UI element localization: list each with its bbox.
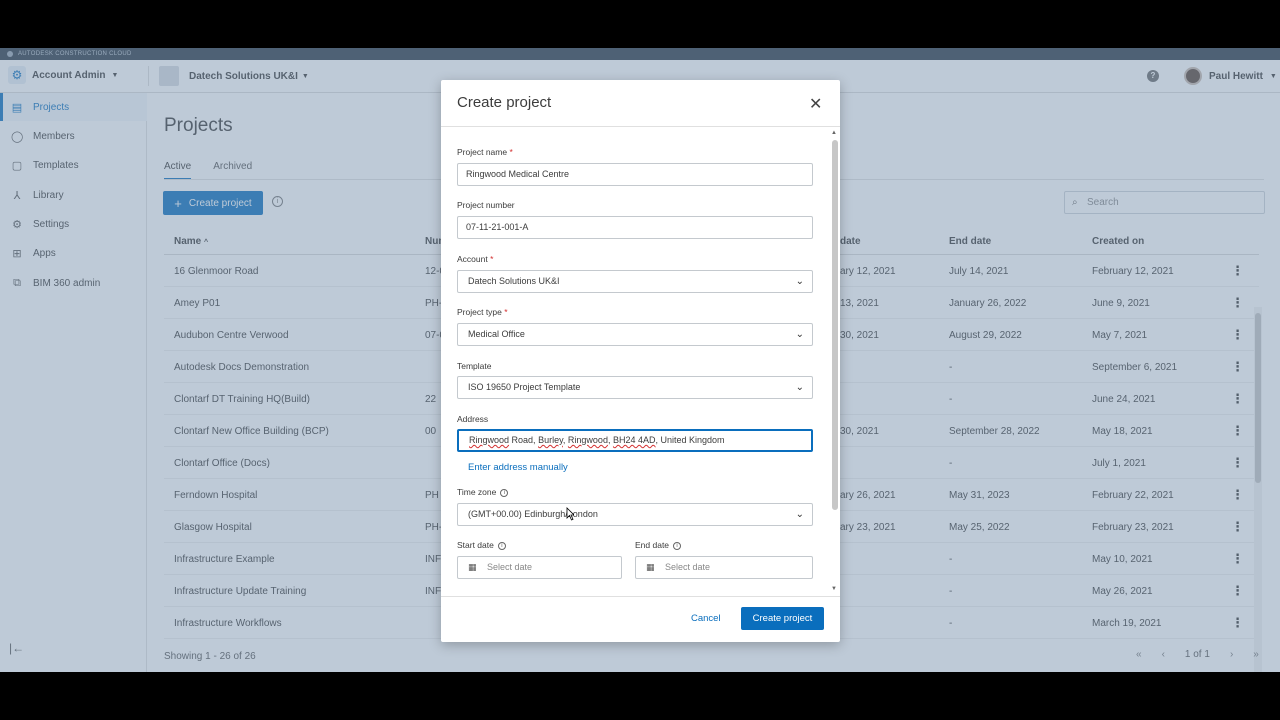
- chevron-down-icon: ⌄: [795, 382, 804, 393]
- timezone-select[interactable]: (GMT+00.00) Edinburgh/London ⌄: [457, 503, 813, 526]
- chevron-down-icon: ⌄: [795, 509, 804, 520]
- start-date-field[interactable]: ▦ Select date: [457, 556, 622, 579]
- template-select[interactable]: ISO 19650 Project Template ⌄: [457, 376, 813, 399]
- dialog-footer-divider: [441, 596, 840, 597]
- end-date-field[interactable]: ▦ Select date: [635, 556, 813, 579]
- project-number-label: Project number: [457, 200, 515, 210]
- account-select[interactable]: Datech Solutions UK&I ⌄: [457, 270, 813, 293]
- project-name-label: Project name *: [457, 147, 513, 157]
- dialog-scrollbar[interactable]: ▲ ▼: [830, 130, 839, 596]
- start-date-label: Start date i: [457, 540, 506, 550]
- address-label: Address: [457, 414, 489, 424]
- scroll-up-icon[interactable]: ▲: [831, 130, 837, 136]
- dialog-header-divider: [441, 126, 840, 127]
- letterbox-bottom: [0, 672, 1280, 720]
- chevron-down-icon: ⌄: [795, 276, 804, 287]
- chevron-down-icon: ⌄: [795, 329, 804, 340]
- project-type-label: Project type *: [457, 307, 508, 317]
- info-icon[interactable]: i: [497, 541, 506, 550]
- close-icon[interactable]: ✕: [809, 94, 822, 114]
- info-icon[interactable]: i: [500, 488, 509, 497]
- create-project-submit-button[interactable]: Create project: [741, 607, 824, 630]
- scrollbar-thumb[interactable]: [832, 140, 838, 510]
- timezone-label: Time zone i: [457, 487, 509, 497]
- end-date-label: End date i: [635, 540, 682, 550]
- dialog-title: Create project: [457, 94, 552, 111]
- create-project-dialog: Create project ✕ ▲ ▼ Project name * Ring…: [441, 80, 840, 642]
- enter-address-manually-link[interactable]: Enter address manually: [468, 462, 568, 473]
- mouse-cursor-icon: [566, 507, 574, 521]
- calendar-icon: ▦: [468, 562, 477, 572]
- calendar-icon: ▦: [646, 562, 655, 572]
- letterbox-top: [0, 0, 1280, 48]
- address-field[interactable]: Ringwood Road, Burley, Ringwood, BH24 4A…: [457, 429, 813, 452]
- cancel-button[interactable]: Cancel: [691, 613, 721, 624]
- account-label: Account *: [457, 254, 494, 264]
- template-label: Template: [457, 361, 492, 371]
- scroll-down-icon[interactable]: ▼: [831, 586, 837, 592]
- info-icon[interactable]: i: [673, 541, 682, 550]
- project-number-field[interactable]: 07-11-21-001-A: [457, 216, 813, 239]
- project-type-select[interactable]: Medical Office ⌄: [457, 323, 813, 346]
- project-name-field[interactable]: Ringwood Medical Centre: [457, 163, 813, 186]
